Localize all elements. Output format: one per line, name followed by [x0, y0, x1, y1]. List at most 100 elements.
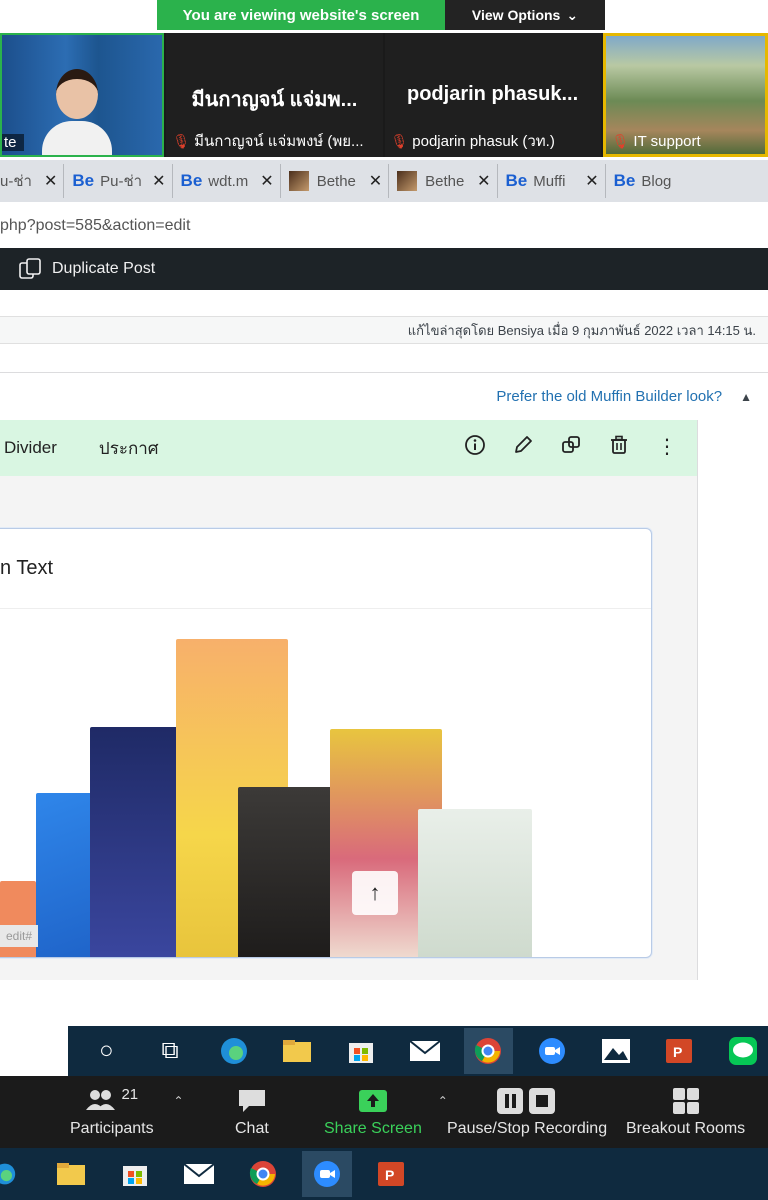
breakout-rooms-label: Breakout Rooms: [626, 1120, 746, 1137]
tab-label: Muffi: [533, 172, 566, 190]
close-icon[interactable]: ✕: [585, 171, 598, 191]
file-explorer-icon[interactable]: [273, 1028, 323, 1074]
participants-label: Participants: [70, 1120, 154, 1137]
info-icon[interactable]: [463, 434, 487, 462]
mail-icon[interactable]: [400, 1028, 450, 1074]
view-options-button[interactable]: View Options ⌄: [445, 0, 605, 30]
chevron-down-icon: ⌄: [566, 6, 579, 23]
zoom-meeting-controls: 21 Participants ⌃ Chat Share Screen ⌃ Pa…: [0, 1076, 768, 1148]
tab-label: Bethe: [316, 172, 356, 190]
pause-stop-recording-button[interactable]: Pause/Stop Recording: [447, 1082, 607, 1138]
tab-label: Bethe: [425, 172, 465, 190]
muffin-builder-header: Prefer the old Muffin Builder look? ▲: [0, 372, 768, 420]
collage-panel-cosmetics: [418, 809, 532, 957]
section-title: ประกาศ: [98, 438, 159, 458]
browser-tab[interactable]: Bethe ✕: [283, 164, 390, 198]
line-icon[interactable]: [718, 1028, 768, 1074]
store-icon[interactable]: [336, 1028, 386, 1074]
participant-name-text: มีนกาญจน์ แจ่มพงษ์ (พย...: [194, 133, 364, 150]
close-icon[interactable]: ✕: [260, 171, 273, 191]
close-icon[interactable]: ✕: [369, 171, 382, 191]
file-explorer-icon[interactable]: [46, 1151, 96, 1197]
participant-tile[interactable]: มีนกาญจน์ แจ่มพ... 🎙 มีนกาญจน์ แจ่มพงษ์ …: [166, 33, 383, 157]
chrome-icon[interactable]: [463, 1028, 514, 1074]
tab-label: u-ช่า: [0, 173, 32, 190]
speaker-name-label: te: [2, 134, 24, 151]
page-thumbnail-icon: [397, 171, 418, 191]
chevron-up-icon[interactable]: ⌃: [174, 1094, 184, 1108]
share-screen-label: Share Screen: [324, 1120, 422, 1137]
participants-button[interactable]: 21 Participants ⌃: [70, 1082, 184, 1138]
powerpoint-icon[interactable]: P: [655, 1028, 705, 1074]
section-actions: ⋮: [463, 434, 697, 462]
mail-icon[interactable]: [174, 1151, 224, 1197]
photos-icon[interactable]: [591, 1028, 641, 1074]
last-edited-text: แก้ไขล่าสุดโดย Bensiya เมื่อ 9 กุมภาพันธ…: [407, 322, 756, 338]
triangle-up-icon[interactable]: ▲: [740, 390, 752, 404]
duplicate-post-button[interactable]: Duplicate Post: [18, 257, 155, 281]
be-icon: Be: [613, 171, 636, 190]
participant-tile[interactable]: podjarin phasuk... 🎙 podjarin phasuk (วท…: [384, 33, 601, 157]
edge-icon[interactable]: [209, 1028, 259, 1074]
url-text: php?post=585&action=edit: [0, 217, 191, 234]
browser-tab[interactable]: u-ช่า ✕: [0, 164, 65, 198]
be-icon: Be: [180, 171, 203, 190]
page-bottom-area: [0, 980, 768, 1026]
breakout-rooms-button[interactable]: Breakout Rooms: [626, 1082, 745, 1138]
participant-video-strip: te มีนกาญจน์ แจ่มพ... 🎙 มีนกาญจน์ แจ่มพง…: [0, 33, 768, 157]
browser-tab-strip: u-ช่า ✕ Be Pu-ช่า ✕ Be wdt.m ✕ Bethe ✕ B…: [0, 160, 768, 202]
address-bar[interactable]: php?post=585&action=edit: [0, 205, 768, 247]
close-icon[interactable]: ✕: [477, 171, 490, 191]
taskbar-search-box[interactable]: [0, 1026, 68, 1076]
edge-icon[interactable]: [0, 1151, 24, 1197]
page-thumbnail-icon: [288, 171, 309, 191]
pencil-icon[interactable]: [511, 434, 535, 462]
share-screen-button[interactable]: Share Screen ⌃: [324, 1082, 448, 1138]
view-options-label: View Options: [471, 7, 561, 23]
speaker-video-tile[interactable]: te: [0, 33, 165, 157]
browser-tab[interactable]: Be wdt.m ✕: [175, 164, 281, 198]
participant-tile-campus-image[interactable]: 🎙 IT support: [602, 33, 768, 157]
more-vertical-icon[interactable]: ⋮: [655, 434, 679, 462]
remote-windows-taskbar: ○ ⧉ P: [0, 1026, 768, 1076]
zoom-icon[interactable]: [302, 1151, 352, 1197]
browser-tab[interactable]: Be Blog: [608, 164, 690, 198]
duplicate-icon: [19, 258, 41, 279]
participant-name-label: 🎙 มีนกาญจน์ แจ่มพงษ์ (พย...: [172, 129, 376, 153]
zoom-icon[interactable]: [527, 1028, 577, 1074]
close-icon[interactable]: ✕: [44, 171, 57, 191]
tab-label: wdt.m: [208, 172, 249, 190]
browser-tab[interactable]: Bethe ✕: [391, 164, 498, 198]
close-icon[interactable]: ✕: [152, 171, 165, 191]
browser-tab[interactable]: Be Pu-ช่า ✕: [66, 164, 173, 198]
muted-mic-icon: 🎙: [611, 133, 630, 149]
duplicate-icon[interactable]: [559, 434, 583, 462]
collage-panel-navy: [90, 727, 182, 957]
participant-video-feed: [42, 69, 112, 155]
powerpoint-icon[interactable]: P: [366, 1151, 416, 1197]
prefer-old-builder-link[interactable]: Prefer the old Muffin Builder look?: [496, 388, 722, 405]
chat-button[interactable]: Chat: [235, 1082, 269, 1138]
task-view-icon[interactable]: ⧉: [145, 1028, 195, 1074]
trash-icon[interactable]: [607, 434, 631, 462]
browser-tab[interactable]: Be Muffi ✕: [500, 164, 606, 198]
chat-label: Chat: [235, 1120, 269, 1137]
chrome-icon[interactable]: [238, 1151, 288, 1197]
chat-icon: [238, 1090, 265, 1112]
image-collage: [0, 633, 560, 957]
share-screen-icon: [358, 1090, 387, 1112]
participant-display-name: มีนกาญจน์ แจ่มพ...: [191, 89, 358, 111]
recording-label: Pause/Stop Recording: [447, 1120, 608, 1137]
content-item-card[interactable]: n Text ↑ edit#: [0, 528, 652, 958]
be-icon: Be: [72, 171, 95, 190]
cortana-icon[interactable]: ○: [82, 1028, 132, 1074]
svg-text:P: P: [385, 1167, 394, 1183]
participant-display-name: podjarin phasuk...: [407, 83, 579, 105]
store-icon[interactable]: [110, 1151, 160, 1197]
arrow-up-icon[interactable]: ↑: [352, 871, 398, 915]
participant-name-text: podjarin phasuk (วท.): [412, 133, 555, 150]
svg-text:P: P: [673, 1044, 682, 1060]
participants-icon: [86, 1090, 116, 1110]
pause-stop-icon: [497, 1088, 556, 1114]
tab-label: Blog: [641, 172, 672, 190]
